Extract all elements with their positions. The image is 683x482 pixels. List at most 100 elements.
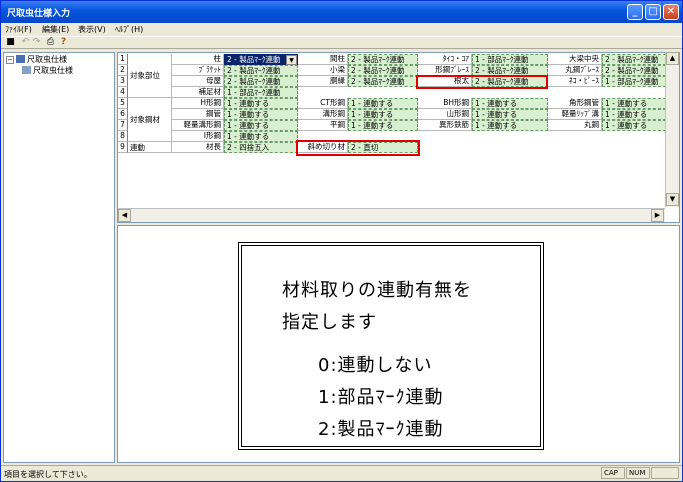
field-label: 平鋼 [298, 120, 348, 131]
scroll-left-icon[interactable]: ◀ [118, 209, 131, 222]
field-value[interactable]: 1 - 連動する [224, 131, 298, 142]
field-value[interactable]: 1 - 連動する [348, 120, 418, 131]
field-label: 異形鉄筋 [418, 120, 472, 131]
help-line-5: 2:製品ﾏｰｸ連動 [318, 419, 444, 440]
field-label: 小梁 [298, 65, 348, 76]
row-number: 8 [118, 131, 128, 142]
redo-icon[interactable]: ↷ [31, 37, 42, 48]
field-value[interactable]: 1 - 部品ﾏｰｸ連動 [602, 76, 666, 87]
row-number: 3 [118, 76, 128, 87]
field-value[interactable]: 1 - 連動する [348, 98, 418, 109]
field-label: 軽量溝形鋼 [172, 120, 224, 131]
minimize-icon[interactable]: _ [627, 4, 643, 20]
row-number: 9 [118, 142, 128, 153]
save-icon[interactable]: ■ [5, 37, 16, 48]
title-bar[interactable]: 尺取虫仕様入力 _ □ ✕ [1, 1, 682, 23]
collapse-icon[interactable]: − [6, 56, 14, 64]
help-box: 材料取りの連動有無を 指定します 0:連動しない 1:部品ﾏｰｸ連動 2:製品ﾏ… [238, 242, 544, 450]
toolbar: ■ ↶ ↷ ⎙ ? [1, 36, 682, 49]
menu-help[interactable]: ﾍﾙﾌﾟ(H) [115, 24, 143, 35]
tree-panel: − 尺取虫仕様 尺取虫仕様 [3, 52, 115, 463]
menu-file[interactable]: ﾌｧｲﾙ(F) [5, 24, 32, 35]
close-icon[interactable]: ✕ [663, 4, 679, 20]
field-label: ﾌﾞﾗｹｯﾄ [172, 65, 224, 76]
field-label: 角形鋼管 [548, 98, 602, 109]
field-label: ﾀｲｺ・ｺｱ [418, 54, 472, 65]
undo-icon[interactable]: ↶ [20, 37, 31, 48]
field-value[interactable]: 1 - 連動する [224, 98, 298, 109]
field-value[interactable]: 2 - 四捨五入 [224, 142, 298, 153]
scroll-right-icon[interactable]: ▶ [651, 209, 664, 222]
highlight-diagonal-cut [296, 140, 420, 156]
spec-grid: 1柱2 - 製品ﾏｰｸ連動 ▼ 間柱 2 - 製品ﾏｰｸ連動 ﾀｲｺ・ｺｱ 1 - 部品ﾏ… [117, 52, 680, 223]
row-number: 5 [118, 98, 128, 109]
row-number: 6 [118, 109, 128, 120]
help-line-1: 材料取りの連動有無を [282, 280, 472, 301]
field-label: 山形鋼 [418, 109, 472, 120]
field-label: 材長 [172, 142, 224, 153]
status-panel-extra [651, 467, 679, 479]
help-line-3: 0:連動しない [318, 355, 433, 376]
group-target-steel: 対象鋼材 [128, 98, 172, 142]
field-value[interactable]: 2 - 製品ﾏｰｸ連動 [224, 65, 298, 76]
field-label: 補足材 [172, 87, 224, 98]
tree-node-child[interactable]: 尺取虫仕様 [22, 65, 73, 76]
field-label: CT形鋼 [298, 98, 348, 109]
field-value[interactable]: 1 - 連動する [602, 98, 666, 109]
app-window: 尺取虫仕様入力 _ □ ✕ ﾌｧｲﾙ(F) 編集(E) 表示(V) ﾍﾙﾌﾟ(H… [0, 0, 683, 482]
field-value[interactable]: 2 - 製品ﾏｰｸ連動 [602, 65, 666, 76]
row-number: 2 [118, 65, 128, 76]
field-value[interactable]: 2 - 製品ﾏｰｸ連動 [348, 54, 418, 65]
tree-node-root[interactable]: − 尺取虫仕様 [6, 54, 67, 65]
field-value[interactable]: 1 - 連動する [224, 120, 298, 131]
field-value[interactable]: 1 - 連動する [602, 109, 666, 120]
caps-indicator: CAP [601, 467, 625, 479]
vertical-scrollbar[interactable]: ▲ ▼ [665, 52, 679, 207]
field-value[interactable]: 2 - 製品ﾏｰｸ連動 [348, 76, 418, 87]
field-label: BH形鋼 [418, 98, 472, 109]
field-value[interactable]: 2 - 製品ﾏｰｸ連動 [602, 54, 666, 65]
tree-child-label: 尺取虫仕様 [33, 66, 73, 75]
spec-icon [22, 66, 31, 74]
maximize-icon[interactable]: □ [645, 4, 661, 20]
field-value[interactable]: 1 - 連動する [472, 120, 548, 131]
dropdown-arrow-icon[interactable]: ▼ [286, 55, 297, 65]
horizontal-scrollbar[interactable]: ◀ ▶ [118, 208, 665, 222]
scroll-down-icon[interactable]: ▼ [666, 193, 679, 206]
row-number: 1 [118, 54, 128, 65]
field-label: 丸鋼 [548, 120, 602, 131]
field-label: H形鋼 [172, 98, 224, 109]
row-number: 7 [118, 120, 128, 131]
field-value[interactable]: 2 - 製品ﾏｰｸ連動 [348, 65, 418, 76]
help-line-2: 指定します [282, 312, 377, 333]
field-label: I形鋼 [172, 131, 224, 142]
field-label: 溝形鋼 [298, 109, 348, 120]
status-message: 項目を選択して下さい。 [4, 470, 92, 479]
field-label: 丸鋼ﾌﾞﾚｰｽ [548, 65, 602, 76]
field-value[interactable]: 1 - 部品ﾏｰｸ連動 [472, 54, 548, 65]
row-number: 4 [118, 87, 128, 98]
field-label: 母屋 [172, 76, 224, 87]
field-value[interactable]: 1 - 連動する [602, 120, 666, 131]
menu-edit[interactable]: 編集(E) [42, 24, 69, 35]
print-icon[interactable]: ⎙ [45, 37, 56, 48]
numlock-indicator: NUM [626, 467, 650, 479]
menu-view[interactable]: 表示(V) [78, 24, 106, 35]
field-label: 間柱 [298, 54, 348, 65]
field-value[interactable]: 1 - 部品ﾏｰｸ連動 [224, 87, 298, 98]
help-icon[interactable]: ? [58, 37, 69, 48]
window-title: 尺取虫仕様入力 [7, 9, 71, 19]
scroll-up-icon[interactable]: ▲ [666, 52, 679, 65]
field-value[interactable]: 2 - 製品ﾏｰｸ連動 [224, 76, 298, 87]
field-label: 軽量ﾘｯﾌﾟ溝 [548, 109, 602, 120]
group-linkage: 連動 [128, 142, 172, 153]
group-target-parts: 対象部位 [128, 54, 172, 98]
field-value[interactable]: 1 - 連動する [348, 109, 418, 120]
help-line-4: 1:部品ﾏｰｸ連動 [318, 387, 444, 408]
field-value[interactable]: 1 - 連動する [472, 98, 548, 109]
computer-icon [16, 55, 25, 63]
field-label: 大梁中央 [548, 54, 602, 65]
field-value[interactable]: 1 - 連動する [472, 109, 548, 120]
menu-bar: ﾌｧｲﾙ(F) 編集(E) 表示(V) ﾍﾙﾌﾟ(H) [1, 23, 682, 35]
field-value[interactable]: 1 - 連動する [224, 109, 298, 120]
